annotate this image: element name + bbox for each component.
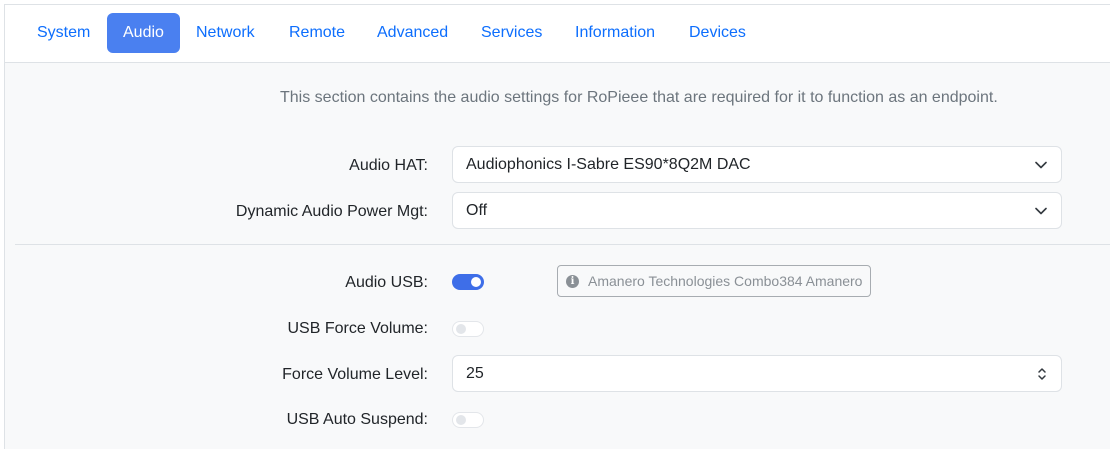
toggle-knob bbox=[456, 415, 466, 425]
tab-bar: System Audio Network Remote Advanced Ser… bbox=[5, 5, 1110, 63]
dapm-label: Dynamic Audio Power Mgt: bbox=[235, 203, 428, 220]
tab-advanced[interactable]: Advanced bbox=[361, 13, 464, 53]
usb-device-name: Amanero Technologies Combo384 Amanero bbox=[588, 273, 863, 289]
usb-device-info: i Amanero Technologies Combo384 Amanero bbox=[557, 265, 872, 297]
section-description: This section contains the audio settings… bbox=[280, 89, 998, 106]
audio-usb-toggle[interactable] bbox=[452, 274, 484, 290]
audio-hat-label: Audio HAT: bbox=[349, 157, 428, 174]
usb-auto-suspend-toggle[interactable] bbox=[452, 412, 484, 428]
force-volume-level-select[interactable]: 25 bbox=[452, 355, 1062, 392]
toggle-knob bbox=[456, 324, 466, 334]
chevron-down-icon bbox=[1035, 147, 1047, 182]
tab-remote[interactable]: Remote bbox=[273, 13, 361, 53]
tab-information[interactable]: Information bbox=[559, 13, 671, 53]
toggle-knob bbox=[471, 277, 481, 287]
chevron-down-icon bbox=[1035, 193, 1047, 228]
force-volume-level-label: Force Volume Level: bbox=[282, 366, 428, 383]
force-volume-level-value: 25 bbox=[466, 365, 484, 382]
audio-hat-value: Audiophonics I-Sabre ES90*8Q2M DAC bbox=[466, 156, 751, 173]
info-circle-icon: i bbox=[566, 274, 579, 288]
usb-force-volume-label: USB Force Volume: bbox=[287, 320, 429, 337]
dapm-value: Off bbox=[466, 202, 488, 219]
settings-panel: System Audio Network Remote Advanced Ser… bbox=[4, 4, 1110, 449]
usb-force-volume-toggle[interactable] bbox=[452, 321, 484, 337]
section-divider bbox=[15, 244, 1110, 245]
updown-chevron-icon bbox=[1037, 356, 1047, 391]
audio-hat-select[interactable]: Audiophonics I-Sabre ES90*8Q2M DAC bbox=[452, 146, 1062, 183]
usb-auto-suspend-label: USB Auto Suspend: bbox=[286, 411, 428, 428]
tab-network[interactable]: Network bbox=[180, 13, 271, 53]
tab-system[interactable]: System bbox=[21, 13, 106, 53]
tab-audio[interactable]: Audio bbox=[107, 13, 180, 53]
dapm-select[interactable]: Off bbox=[452, 192, 1062, 229]
tab-services[interactable]: Services bbox=[465, 13, 558, 53]
tab-devices[interactable]: Devices bbox=[673, 13, 762, 53]
audio-usb-label: Audio USB: bbox=[345, 274, 428, 291]
